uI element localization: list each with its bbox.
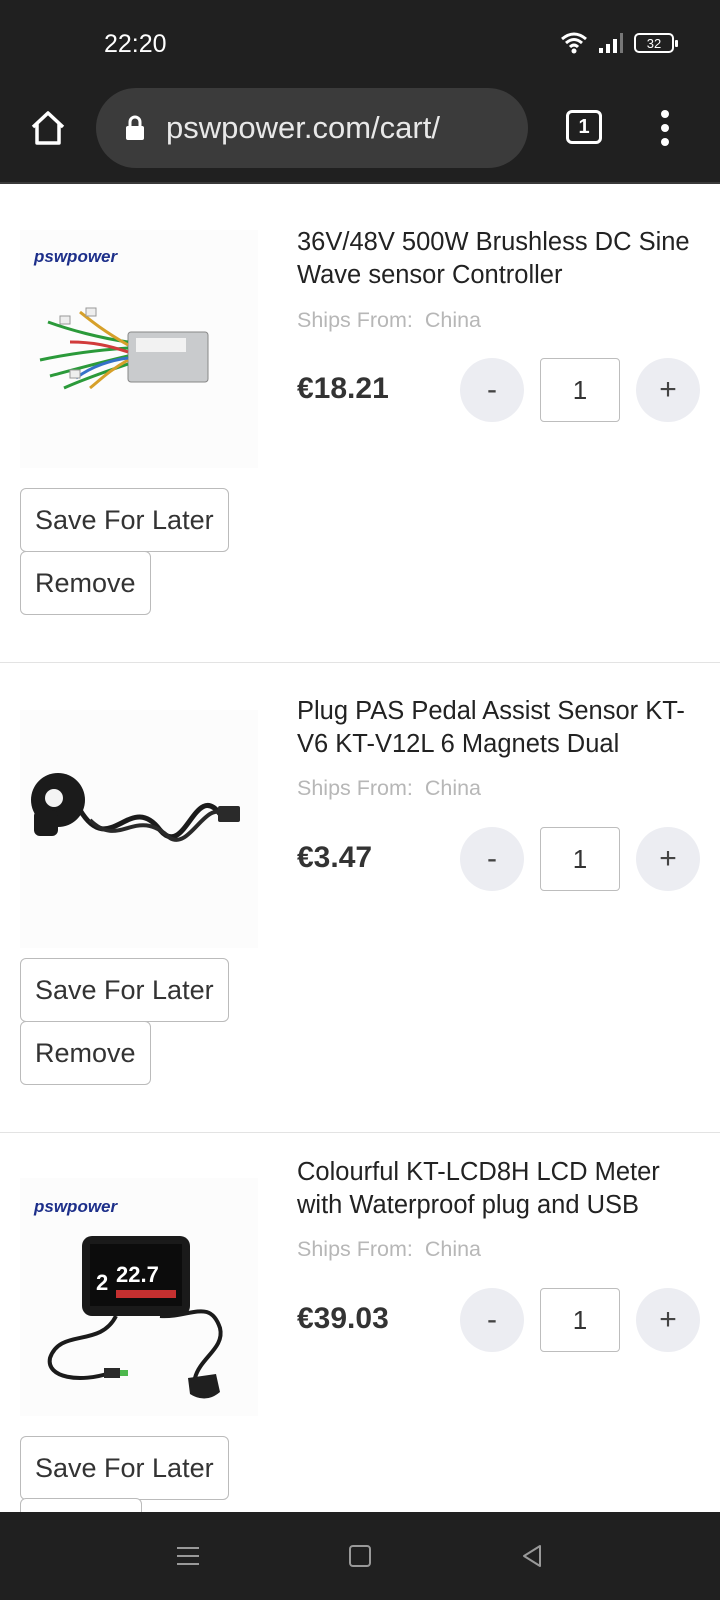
- ships-from-label: Ships From:: [297, 308, 413, 332]
- quantity-input[interactable]: 1: [540, 1288, 620, 1352]
- product-price: €18.21: [297, 372, 389, 405]
- menu-dot: [661, 138, 669, 146]
- home-square-icon[interactable]: [346, 1542, 374, 1570]
- meter-main-value: 22.7: [116, 1262, 159, 1287]
- ships-from: Ships From: China: [297, 308, 481, 333]
- tab-switcher-button[interactable]: 1: [566, 110, 602, 144]
- ships-from: Ships From: China: [297, 1237, 481, 1262]
- home-icon: [31, 111, 65, 145]
- cart-list: pswpower 36V/48V 500W Brushless DC Sine …: [0, 186, 720, 1512]
- status-time: 22:20: [104, 30, 167, 58]
- decrease-quantity-button[interactable]: -: [460, 827, 524, 891]
- ships-from-label: Ships From:: [297, 1237, 413, 1261]
- ships-from-label: Ships From:: [297, 776, 413, 800]
- ships-from-value: China: [424, 776, 482, 800]
- browser-toolbar: pswpower.com/cart/ 1: [0, 86, 720, 184]
- menu-dot: [661, 110, 669, 118]
- more-menu-button[interactable]: [650, 106, 680, 150]
- lcd-meter-image: pswpower 2 22.7: [33, 1197, 223, 1399]
- save-for-later-button[interactable]: Save For Later: [20, 488, 229, 552]
- product-image-controller[interactable]: pswpower: [20, 230, 258, 468]
- menu-icon[interactable]: [174, 1542, 202, 1570]
- ships-from-value: China: [424, 1237, 482, 1261]
- quantity-input[interactable]: 1: [540, 827, 620, 891]
- item-divider: [0, 1132, 720, 1133]
- remove-button[interactable]: Remove: [20, 551, 151, 615]
- brand-logo: pswpower: [33, 247, 119, 266]
- quantity-input[interactable]: 1: [540, 358, 620, 422]
- wifi-icon: [561, 32, 587, 54]
- url-text: pswpower.com/cart/: [166, 110, 440, 145]
- save-for-later-button[interactable]: Save For Later: [20, 958, 229, 1022]
- address-bar[interactable]: pswpower.com/cart/: [96, 88, 528, 168]
- decrease-quantity-button[interactable]: -: [460, 1288, 524, 1352]
- signal-icon: [599, 33, 623, 53]
- system-nav-bar: [0, 1512, 720, 1600]
- home-button[interactable]: [26, 106, 70, 150]
- decrease-quantity-button[interactable]: -: [460, 358, 524, 422]
- pas-sensor-image: [31, 773, 240, 842]
- product-price: €3.47: [297, 841, 373, 874]
- product-price: €39.03: [297, 1302, 389, 1335]
- status-bar: 22:20 32: [0, 0, 720, 86]
- product-title[interactable]: Plug PAS Pedal Assist Sensor KT-V6 KT-V1…: [297, 695, 707, 761]
- product-image-lcd-meter[interactable]: pswpower 2 22.7: [20, 1178, 258, 1416]
- menu-dot: [661, 124, 669, 132]
- back-icon[interactable]: [518, 1542, 546, 1570]
- product-title[interactable]: 36V/48V 500W Brushless DC Sine Wave sens…: [297, 226, 707, 292]
- save-for-later-button[interactable]: Save For Later: [20, 1436, 229, 1500]
- remove-button[interactable]: Remove: [20, 1021, 151, 1085]
- ships-from-value: China: [424, 308, 482, 332]
- status-icons: 32: [560, 32, 678, 54]
- remove-button-partial[interactable]: [20, 1498, 142, 1512]
- product-image-pas-sensor[interactable]: [20, 710, 258, 948]
- brand-logo: pswpower: [33, 1197, 119, 1216]
- item-divider: [0, 662, 720, 663]
- product-title[interactable]: Colourful KT-LCD8H LCD Meter with Waterp…: [297, 1156, 707, 1222]
- lock-icon: [124, 114, 146, 142]
- increase-quantity-button[interactable]: +: [636, 827, 700, 891]
- battery-icon: 32: [634, 33, 678, 53]
- increase-quantity-button[interactable]: +: [636, 358, 700, 422]
- increase-quantity-button[interactable]: +: [636, 1288, 700, 1352]
- controller-image: pswpower: [33, 247, 209, 390]
- meter-left-value: 2: [96, 1270, 108, 1295]
- ships-from: Ships From: China: [297, 776, 481, 801]
